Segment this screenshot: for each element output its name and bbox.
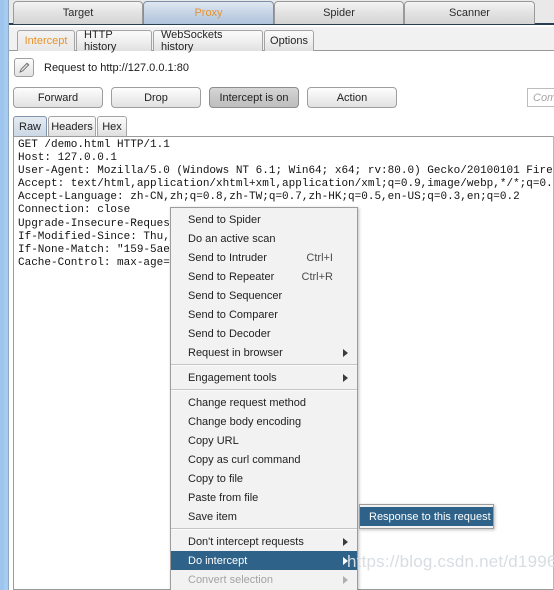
menu-item-send-to-intruder[interactable]: Send to Intruder Ctrl+I <box>171 248 357 267</box>
menu-item-save-item[interactable]: Save item <box>171 507 357 526</box>
menu-item-shortcut: Ctrl+I <box>306 251 333 264</box>
menu-item-label: Copy as curl command <box>188 453 301 466</box>
menu-item-label: Send to Sequencer <box>188 289 283 302</box>
menu-item-label: Request in browser <box>188 346 283 359</box>
menu-item-do-an-active-scan[interactable]: Do an active scan <box>171 229 357 248</box>
request-target-label: Request to http://127.0.0.1:80 <box>44 61 189 74</box>
menu-item-shortcut: Ctrl+R <box>301 270 333 283</box>
intercept-toggle-button[interactable]: Intercept is on <box>209 87 299 108</box>
menu-item-copy-to-file[interactable]: Copy to file <box>171 469 357 488</box>
proxy-sub-tab-bar: Intercept HTTP history WebSockets history O… <box>9 27 554 53</box>
do-intercept-submenu[interactable]: Response to this request <box>359 504 494 529</box>
chevron-right-icon <box>343 575 348 584</box>
menu-item-do-intercept[interactable]: Do intercept <box>171 551 357 570</box>
chevron-right-icon <box>343 556 348 565</box>
menu-item-don-t-intercept-requests[interactable]: Don't intercept requests <box>171 532 357 551</box>
menu-item-engagement-tools[interactable]: Engagement tools <box>171 368 357 387</box>
menu-item-label: Send to Spider <box>188 213 261 226</box>
menu-item-convert-selection: Convert selection <box>171 570 357 589</box>
menu-item-send-to-repeater[interactable]: Send to Repeater Ctrl+R <box>171 267 357 286</box>
menu-item-label: Do an active scan <box>188 232 276 245</box>
menu-item-send-to-spider[interactable]: Send to Spider <box>171 210 357 229</box>
left-edge-strip <box>0 0 9 590</box>
menu-item-response-to-this-request[interactable]: Response to this request <box>360 507 493 526</box>
chevron-right-icon <box>343 348 348 357</box>
menu-item-copy-url[interactable]: Copy URL <box>171 431 357 450</box>
main-tab-target[interactable]: Target <box>13 1 143 24</box>
menu-separator <box>171 389 357 391</box>
menu-item-label: Paste from file <box>188 491 259 504</box>
main-tab-proxy[interactable]: Proxy <box>143 1 274 24</box>
action-button[interactable]: Action <box>307 87 397 108</box>
menu-item-label: Send to Comparer <box>188 308 278 321</box>
menu-separator <box>171 528 357 530</box>
menu-item-copy-as-curl-command[interactable]: Copy as curl command <box>171 450 357 469</box>
menu-item-label: Don't intercept requests <box>188 535 304 548</box>
forward-button[interactable]: Forward <box>13 87 103 108</box>
pencil-icon[interactable] <box>14 58 34 77</box>
left-edge-strip-inner <box>0 0 4 590</box>
sub-tab-websockets-history[interactable]: WebSockets history <box>153 29 263 53</box>
chevron-right-icon <box>343 537 348 546</box>
menu-item-label: Send to Repeater <box>188 270 275 283</box>
sub-tab-http-history[interactable]: HTTP history <box>76 29 152 53</box>
menu-item-label: Copy to file <box>188 472 244 485</box>
menu-separator <box>171 364 357 366</box>
main-tab-spider[interactable]: Spider <box>274 1 404 24</box>
view-tab-hex[interactable]: Hex <box>97 116 127 136</box>
main-tab-scanner[interactable]: Scanner <box>404 1 535 24</box>
menu-item-label: Send to Intruder <box>188 251 267 264</box>
menu-item-change-body-encoding[interactable]: Change body encoding <box>171 412 357 431</box>
request-header-row: Request to http://127.0.0.1:80 <box>14 58 189 77</box>
comment-placeholder: Comment <box>533 91 554 104</box>
view-tab-headers[interactable]: Headers <box>48 116 96 136</box>
sub-tab-intercept[interactable]: Intercept <box>17 30 75 51</box>
menu-item-label: Save item <box>188 510 237 523</box>
comment-input[interactable]: Comment <box>527 88 554 107</box>
menu-item-label: Change request method <box>188 396 307 409</box>
main-tab-bar: Target Proxy Spider Scanner <box>9 0 554 25</box>
menu-item-change-request-method[interactable]: Change request method <box>171 393 357 412</box>
menu-item-label: Change body encoding <box>188 415 302 428</box>
chevron-right-icon <box>343 373 348 382</box>
view-tab-raw[interactable]: Raw <box>13 116 47 136</box>
drop-button[interactable]: Drop <box>111 87 201 108</box>
menu-item-send-to-decoder[interactable]: Send to Decoder <box>171 324 357 343</box>
menu-item-label: Copy URL <box>188 434 239 447</box>
context-menu[interactable]: Send to Spider Do an active scan Send to I… <box>170 207 358 590</box>
menu-item-label: Convert selection <box>188 573 273 586</box>
menu-item-label: Send to Decoder <box>188 327 271 340</box>
menu-item-send-to-sequencer[interactable]: Send to Sequencer <box>171 286 357 305</box>
burp-suite-window: Target Proxy Spider Scanner Intercept HTTP h… <box>0 0 554 590</box>
menu-item-label: Engagement tools <box>188 371 277 384</box>
menu-item-send-to-comparer[interactable]: Send to Comparer <box>171 305 357 324</box>
menu-item-label: Do intercept <box>188 554 248 567</box>
menu-item-paste-from-file[interactable]: Paste from file <box>171 488 357 507</box>
sub-tab-options[interactable]: Options <box>264 30 314 51</box>
menu-item-label: Response to this request <box>369 510 491 523</box>
menu-item-request-in-browser[interactable]: Request in browser <box>171 343 357 362</box>
